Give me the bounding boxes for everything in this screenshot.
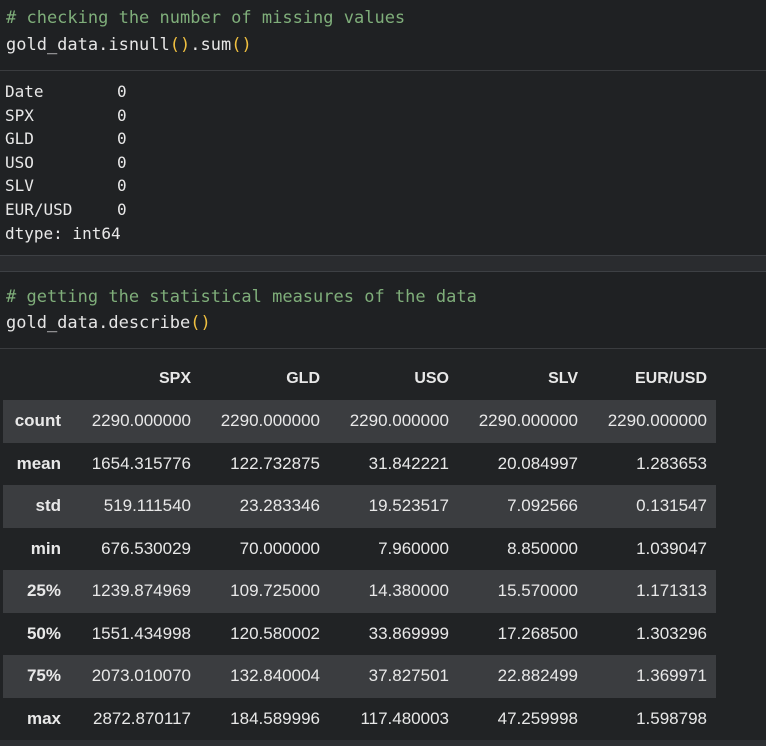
table-row: 25% 1239.874969 109.725000 14.380000 15.5700… bbox=[3, 570, 716, 613]
table-cell: 120.580002 bbox=[230, 623, 320, 643]
table-cell: 1.303296 bbox=[636, 623, 707, 643]
table-cell: 1.598798 bbox=[636, 708, 707, 728]
code-cell-1[interactable]: # checking the number of missing values … bbox=[0, 0, 766, 70]
table-cell: 2073.010070 bbox=[91, 666, 191, 686]
table-cell: 132.840004 bbox=[230, 666, 320, 686]
table-cell: 2872.870117 bbox=[92, 708, 191, 728]
table-cell: 122.732875 bbox=[230, 453, 320, 473]
series-value: 0 bbox=[117, 176, 127, 196]
series-row: SLV 0 bbox=[5, 174, 127, 198]
table-cell: 1551.434998 bbox=[91, 623, 191, 643]
table-cell: 1239.874969 bbox=[91, 581, 191, 601]
code-call: .sum bbox=[190, 35, 232, 55]
table-cell: 23.283346 bbox=[239, 496, 320, 516]
table-cell: 109.725000 bbox=[230, 581, 320, 601]
series-value: 0 bbox=[117, 200, 127, 219]
row-label: min bbox=[30, 538, 61, 558]
table-cell: 184.589996 bbox=[230, 708, 320, 728]
column-header: USO bbox=[414, 370, 449, 387]
table-cell: 7.960000 bbox=[378, 538, 449, 558]
table-cell: 17.268500 bbox=[497, 623, 578, 643]
table-cell: 20.084997 bbox=[497, 453, 578, 473]
table-cell: 1654.315776 bbox=[91, 453, 191, 473]
table-cell: 8.850000 bbox=[507, 538, 578, 558]
series-label: EUR/USD bbox=[5, 200, 73, 219]
code-paren: () bbox=[231, 35, 252, 55]
cell-separator bbox=[0, 255, 766, 272]
table-cell: 33.869999 bbox=[368, 623, 449, 643]
table-cell: 31.842221 bbox=[368, 453, 449, 473]
code-comment: # checking the number of missing values bbox=[6, 8, 406, 28]
table-row: 50% 1551.434998 120.580002 33.869999 17.2685… bbox=[3, 612, 716, 655]
series-value: 0 bbox=[117, 82, 127, 101]
table-cell: 676.530029 bbox=[101, 538, 191, 558]
series-label: SPX bbox=[5, 105, 34, 125]
table-cell: 2290.000000 bbox=[478, 411, 578, 431]
table-cell: 37.827501 bbox=[368, 666, 449, 686]
table-body: count 2290.000000 2290.000000 2290.000000 22… bbox=[3, 400, 716, 740]
code-paren: () bbox=[190, 313, 211, 333]
table-index-header bbox=[3, 358, 71, 400]
row-label: 25% bbox=[26, 581, 61, 601]
table-cell: 1.039047 bbox=[636, 538, 707, 558]
code-statement: gold_data.isnull().sum() bbox=[6, 33, 252, 57]
series-label: USO bbox=[5, 152, 34, 172]
table-cell: 70.000000 bbox=[239, 538, 320, 558]
series-row: EUR/USD 0 bbox=[5, 198, 127, 222]
code-paren: () bbox=[169, 35, 191, 55]
series-label: GLD bbox=[5, 129, 34, 149]
table-row: max 2872.870117 184.589996 117.480003 47.259… bbox=[3, 697, 716, 740]
table-cell: 1.283653 bbox=[636, 453, 707, 473]
series-row: USO 0 bbox=[5, 151, 127, 175]
table-row: 75% 2073.010070 132.840004 37.827501 22.8824… bbox=[3, 655, 716, 698]
series-value: 0 bbox=[117, 152, 127, 172]
series-value: 0 bbox=[117, 105, 127, 125]
table-cell: 47.259998 bbox=[497, 708, 578, 728]
table-cell: 2290.000000 bbox=[349, 411, 449, 431]
series-row: Date 0 bbox=[5, 80, 127, 104]
table-cell: 22.882499 bbox=[497, 666, 578, 686]
table-cell: 2290.000000 bbox=[91, 411, 191, 431]
table-cell: 1.369971 bbox=[636, 666, 707, 686]
table-cell: 2290.000000 bbox=[607, 411, 707, 431]
code-call: gold_data.isnull bbox=[6, 35, 170, 55]
table-cell: 117.480003 bbox=[360, 708, 449, 728]
table-header-row: SPX GLD USO SLV EUR/USD bbox=[3, 358, 716, 400]
series-label: SLV bbox=[5, 176, 34, 196]
row-label: count bbox=[14, 411, 61, 431]
table-cell: 7.092566 bbox=[507, 496, 578, 516]
table-row: min 676.530029 70.000000 7.960000 8.850000 1.… bbox=[3, 527, 716, 570]
table-cell: 19.523517 bbox=[368, 496, 449, 516]
column-header: SLV bbox=[548, 370, 578, 387]
table-cell: 1.171313 bbox=[636, 581, 707, 601]
row-label: 50% bbox=[26, 623, 61, 643]
code-cell-2[interactable]: # getting the statistical measures of th… bbox=[0, 272, 766, 348]
row-label: max bbox=[26, 708, 61, 728]
column-header: GLD bbox=[286, 370, 320, 387]
output-area-1: Date 0 SPX 0 GLD 0 USO 0 SLV 0 EUR/USD 0 dtype: int6… bbox=[0, 71, 766, 255]
row-label: std bbox=[35, 496, 62, 516]
table-cell: 0.131547 bbox=[636, 496, 707, 516]
table-row: count 2290.000000 2290.000000 2290.000000 22… bbox=[3, 400, 716, 443]
table-cell: 2290.000000 bbox=[220, 411, 320, 431]
scroll-edge bbox=[0, 740, 766, 746]
series-label: Date bbox=[5, 82, 44, 101]
table-cell: 15.570000 bbox=[497, 581, 578, 601]
column-header: SPX bbox=[158, 370, 191, 387]
describe-table: SPX GLD USO SLV EUR/USD count 2290.000000 2290… bbox=[3, 358, 716, 740]
column-header: EUR/USD bbox=[634, 370, 707, 387]
code-statement: gold_data.describe() bbox=[6, 311, 211, 335]
table-cell: 14.380000 bbox=[368, 581, 449, 601]
table-cell: 519.111540 bbox=[103, 496, 191, 516]
row-label: 75% bbox=[26, 666, 61, 686]
table-row: mean 1654.315776 122.732875 31.842221 20.084… bbox=[3, 442, 716, 485]
table-row: std 519.111540 23.283346 19.523517 7.092566 0… bbox=[3, 485, 716, 528]
series-row: SPX 0 bbox=[5, 104, 127, 128]
series-row: GLD 0 bbox=[5, 127, 127, 151]
code-call: gold_data.describe bbox=[6, 313, 191, 333]
row-label: mean bbox=[16, 453, 61, 473]
code-comment: # getting the statistical measures of th… bbox=[6, 287, 477, 307]
series-dtype: dtype: int64 bbox=[5, 223, 121, 243]
series-value: 0 bbox=[117, 129, 127, 149]
